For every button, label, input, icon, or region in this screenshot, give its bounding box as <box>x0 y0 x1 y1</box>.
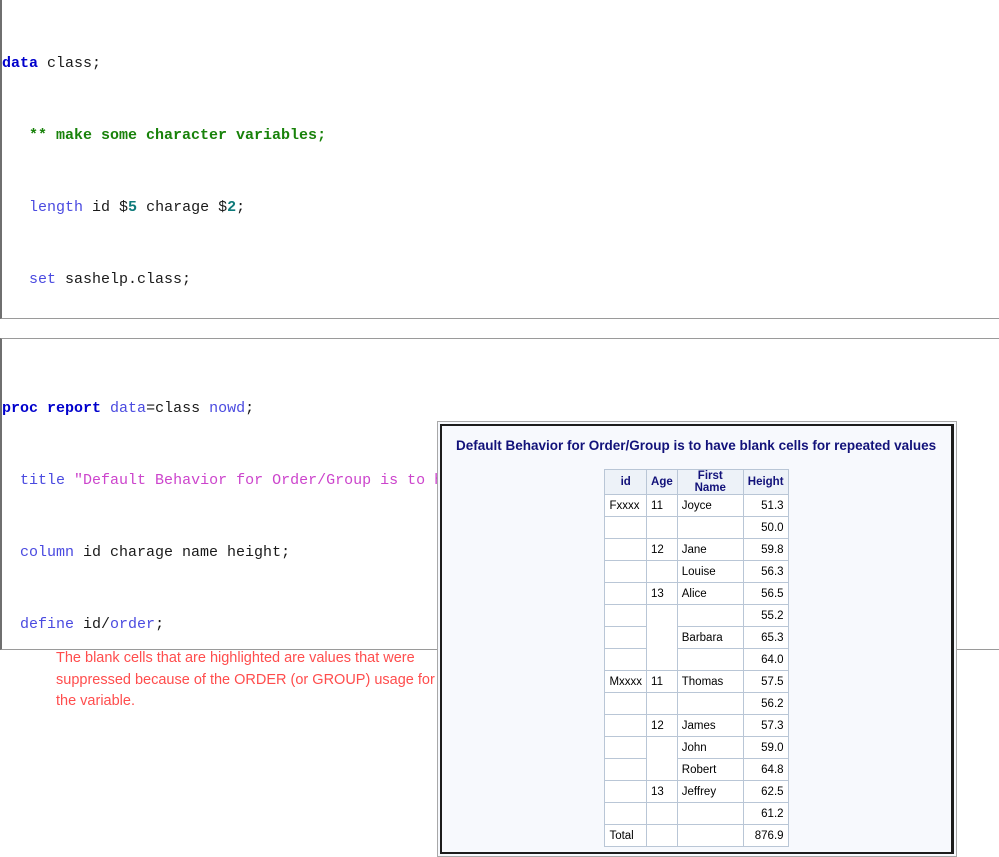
cell-height: 51.3 <box>742 494 789 517</box>
table-row: Louise 56.3 <box>604 560 789 583</box>
cell-first-name: Jeffrey <box>676 780 744 803</box>
cell-height: 55.2 <box>742 604 789 627</box>
cell-age <box>646 516 678 539</box>
cell-height: 64.0 <box>742 648 789 671</box>
table-row: 64.0 <box>604 648 789 671</box>
cell-age <box>646 802 678 825</box>
cell-first-name: Robert <box>676 758 744 781</box>
table-row: 12 James 57.3 <box>604 714 789 737</box>
cell-first-name <box>676 692 744 715</box>
cell-height: 62.5 <box>742 780 789 803</box>
cell-first-name: Alice <box>676 582 744 605</box>
cell-id <box>604 714 648 737</box>
cell-age: 12 <box>646 538 678 561</box>
cell-age <box>646 824 678 847</box>
table-row: 61.2 <box>604 802 789 825</box>
cell-id <box>604 780 648 803</box>
cell-id <box>604 538 648 561</box>
cell-first-name: Jane <box>676 538 744 561</box>
table-row: John 59.0 <box>604 736 789 781</box>
data-step-code-block: data class; ** make some character varia… <box>0 0 999 319</box>
cell-height: 59.0 <box>742 736 789 759</box>
table-row: 56.2 <box>604 692 789 715</box>
table-row: Barbara 65.3 <box>604 626 789 649</box>
cell-height: 61.2 <box>742 802 789 825</box>
cell-id <box>604 516 648 539</box>
cell-first-name <box>676 648 744 671</box>
cell-id: Mxxxx <box>604 670 648 693</box>
cell-height: 59.8 <box>742 538 789 561</box>
cell-id <box>604 560 648 583</box>
report-table-body: Fxxxx 11 Joyce 51.3 50.0 12 Jane 59.8 Louise 56.3… <box>604 494 789 847</box>
cell-age <box>646 692 678 715</box>
cell-first-name: John <box>676 736 744 759</box>
cell-age: 13 <box>646 780 678 803</box>
table-row: 12 Jane 59.8 <box>604 538 789 561</box>
column-header-id: id <box>604 469 648 495</box>
table-header-row: id Age First Name Height <box>604 469 789 495</box>
table-row: Fxxxx 11 Joyce 51.3 <box>604 494 789 517</box>
cell-first-name: Joyce <box>676 494 744 517</box>
cell-height: 56.5 <box>742 582 789 605</box>
cell-first-name: Thomas <box>676 670 744 693</box>
cell-age: 13 <box>646 582 678 605</box>
cell-height: 876.9 <box>742 824 789 847</box>
cell-height: 56.3 <box>742 560 789 583</box>
table-row: 50.0 <box>604 516 789 539</box>
cell-first-name <box>676 802 744 825</box>
cell-first-name <box>676 824 744 847</box>
cell-id: Fxxxx <box>604 494 648 517</box>
cell-first-name <box>676 604 744 627</box>
column-header-height: Height <box>742 469 789 495</box>
report-output-panel: Default Behavior for Order/Group is to h… <box>437 421 957 857</box>
code-line: length id $5 charage $2; <box>29 199 246 216</box>
cell-id: Total <box>604 824 648 847</box>
cell-id <box>604 692 648 715</box>
code-line: data class; <box>2 55 102 72</box>
code-line: proc report data=class nowd; <box>2 400 255 417</box>
cell-first-name <box>676 516 744 539</box>
table-row: Robert 64.8 <box>604 758 789 781</box>
cell-id <box>604 802 648 825</box>
cell-id <box>604 626 648 649</box>
cell-age <box>646 560 678 583</box>
report-table: id Age First Name Height Fxxxx 11 Joyce 51.… <box>604 469 789 847</box>
cell-height: 57.5 <box>742 670 789 693</box>
cell-age: 11 <box>646 494 678 517</box>
report-panel-inner: Default Behavior for Order/Group is to h… <box>440 424 954 854</box>
code-line: set sashelp.class; <box>29 271 192 288</box>
report-title: Default Behavior for Order/Group is to h… <box>456 438 937 453</box>
cell-height: 64.8 <box>742 758 789 781</box>
table-row: 13 Jeffrey 62.5 <box>604 780 789 803</box>
cell-first-name: James <box>676 714 744 737</box>
cell-height: 56.2 <box>742 692 789 715</box>
column-header-name: First Name <box>676 469 744 495</box>
annotation-note: The blank cells that are highlighted are… <box>56 650 435 709</box>
cell-first-name: Louise <box>676 560 744 583</box>
cell-id <box>604 604 648 627</box>
cell-first-name: Barbara <box>676 626 744 649</box>
cell-id <box>604 582 648 605</box>
table-row: 55.2 <box>604 604 789 671</box>
cell-height: 65.3 <box>742 626 789 649</box>
cell-id <box>604 736 648 759</box>
table-row: 13 Alice 56.5 <box>604 582 789 605</box>
code-line: ** make some character variables; <box>29 127 327 144</box>
cell-id <box>604 648 648 671</box>
table-row: Total 876.9 <box>604 824 789 847</box>
cell-age: 12 <box>646 714 678 737</box>
cell-age <box>646 736 678 781</box>
column-header-age: Age <box>646 469 678 495</box>
cell-age <box>646 604 678 671</box>
cell-height: 57.3 <box>742 714 789 737</box>
cell-height: 50.0 <box>742 516 789 539</box>
cell-id <box>604 758 648 781</box>
cell-age: 11 <box>646 670 678 693</box>
report-table-wrap: id Age First Name Height Fxxxx 11 Joyce 51.… <box>442 469 951 847</box>
table-row: Mxxxx 11 Thomas 57.5 <box>604 670 789 693</box>
